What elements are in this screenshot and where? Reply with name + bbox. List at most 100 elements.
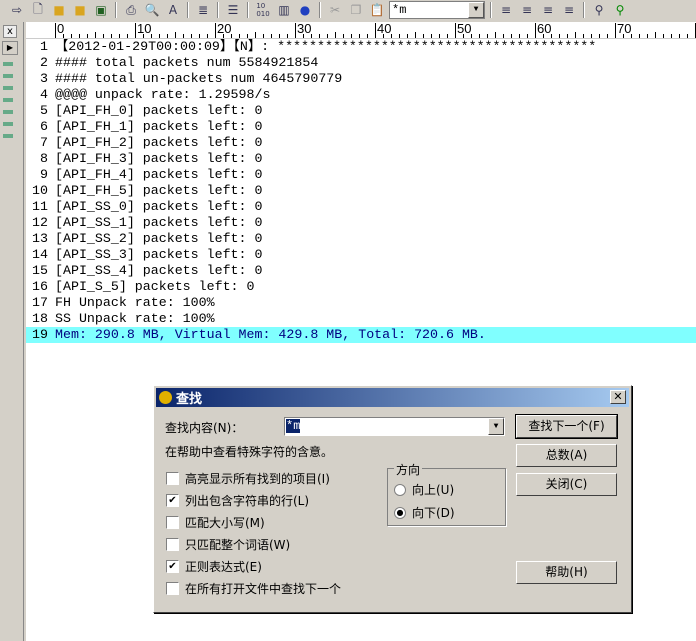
- column-icon[interactable]: ▥: [275, 2, 293, 18]
- ruler-tick: [375, 23, 376, 38]
- search-combo-value: *m: [392, 3, 407, 17]
- count-button[interactable]: 总数(A): [516, 444, 617, 467]
- chevron-down-icon[interactable]: ▼: [488, 418, 504, 435]
- option-checkbox[interactable]: 在所有打开文件中查找下一个: [166, 580, 341, 597]
- font-icon[interactable]: A: [164, 2, 182, 18]
- option-checkbox[interactable]: ✔ 列出包含字符串的行(L): [166, 492, 309, 509]
- editor-line[interactable]: 3 #### total un-packets num 4645790779: [26, 71, 696, 87]
- editor-line[interactable]: 7 [API_FH_2] packets left: 0: [26, 135, 696, 151]
- editor-line[interactable]: 8 [API_FH_3] packets left: 0: [26, 151, 696, 167]
- document-icon[interactable]: ≣: [194, 2, 212, 18]
- checkbox[interactable]: [166, 582, 179, 595]
- find-next-button[interactable]: 查找下一个(F): [515, 414, 618, 439]
- ruler-tick: [663, 34, 664, 38]
- arrow-icon[interactable]: ⇨: [8, 2, 26, 18]
- line-text: [API_FH_5] packets left: 0: [55, 183, 263, 198]
- editor-line[interactable]: 5 [API_FH_0] packets left: 0: [26, 103, 696, 119]
- panel-tabs[interactable]: [3, 62, 13, 142]
- find-input[interactable]: *m ▼: [284, 417, 505, 436]
- line-number: 10: [32, 183, 48, 198]
- checkbox[interactable]: ✔: [166, 560, 179, 573]
- checkbox[interactable]: [166, 516, 179, 529]
- line-number: 6: [40, 119, 48, 134]
- checkbox[interactable]: [166, 472, 179, 485]
- radio-up-circle[interactable]: [394, 483, 406, 496]
- editor-line[interactable]: 1 【2012-01-29T00:00:09】【N】: *************…: [26, 39, 696, 55]
- editor-line[interactable]: 9 [API_FH_4] packets left: 0: [26, 167, 696, 183]
- option-checkbox[interactable]: 匹配大小写(M): [166, 514, 265, 531]
- line-text: FH Unpack rate: 100%: [55, 295, 215, 310]
- paste-icon[interactable]: 📋: [368, 2, 386, 18]
- separator: [217, 2, 219, 18]
- editor-line[interactable]: 4 @@@@ unpack rate: 1.29598/s: [26, 87, 696, 103]
- ruler-tick: [583, 34, 584, 38]
- find-icon[interactable]: ⚲: [590, 2, 608, 18]
- ruler-tick: [87, 34, 88, 38]
- line-text: [API_FH_3] packets left: 0: [55, 151, 263, 166]
- print-preview-icon[interactable]: 🔍: [143, 2, 161, 18]
- radio-down[interactable]: ● 向下(D): [394, 504, 455, 521]
- ruler-tick: [191, 34, 192, 38]
- line-number: 15: [32, 263, 48, 278]
- separator: [247, 2, 249, 18]
- editor-line[interactable]: 11 [API_SS_0] packets left: 0: [26, 199, 696, 215]
- cut-icon[interactable]: ✂: [326, 2, 344, 18]
- editor-line[interactable]: 13 [API_SS_2] packets left: 0: [26, 231, 696, 247]
- ruler-tick: [679, 34, 680, 38]
- hex-icon[interactable]: 10 010: [254, 2, 272, 18]
- radio-up[interactable]: 向上(U): [394, 481, 454, 498]
- editor-line[interactable]: 12 [API_SS_1] packets left: 0: [26, 215, 696, 231]
- align-center-icon[interactable]: ≡: [518, 2, 536, 18]
- option-checkbox[interactable]: 只匹配整个词语(W): [166, 536, 290, 553]
- ruler-tick: [167, 34, 168, 38]
- copy-icon[interactable]: ❐: [347, 2, 365, 18]
- side-panel: x ▶: [0, 22, 24, 641]
- editor-line[interactable]: 6 [API_FH_1] packets left: 0: [26, 119, 696, 135]
- ruler-tick: [271, 34, 272, 38]
- option-label: 列出包含字符串的行(L): [185, 494, 310, 508]
- editor-line[interactable]: 10 [API_FH_5] packets left: 0: [26, 183, 696, 199]
- justify-icon[interactable]: ≡: [560, 2, 578, 18]
- separator: [583, 2, 585, 18]
- ruler-tick: [535, 23, 536, 38]
- option-checkbox[interactable]: ✔ 正则表达式(E): [166, 558, 262, 575]
- editor-line[interactable]: 16 [API_S_5] packets left: 0: [26, 279, 696, 295]
- ruler-tick: [487, 34, 488, 38]
- editor-line[interactable]: 19 Mem: 290.8 MB, Virtual Mem: 429.8 MB, …: [26, 327, 696, 343]
- close-button[interactable]: 关闭(C): [516, 473, 617, 496]
- editor-line[interactable]: 18 SS Unpack rate: 100%: [26, 311, 696, 327]
- editor-line[interactable]: 15 [API_SS_4] packets left: 0: [26, 263, 696, 279]
- ruler-tick: [367, 34, 368, 38]
- print-icon[interactable]: ⎙: [122, 2, 140, 18]
- checkbox[interactable]: ✔: [166, 494, 179, 507]
- editor-line[interactable]: 14 [API_SS_3] packets left: 0: [26, 247, 696, 263]
- ruler-tick: [519, 34, 520, 38]
- ruler-tick: [255, 32, 256, 38]
- align-left-icon[interactable]: ≡: [497, 2, 515, 18]
- dialog-titlebar[interactable]: 查找: [156, 388, 629, 407]
- new-file-icon[interactable]: 🗋: [29, 2, 47, 18]
- chevron-down-icon[interactable]: ▼: [468, 2, 484, 18]
- align-right-icon[interactable]: ≡: [539, 2, 557, 18]
- editor-line[interactable]: 2 #### total packets num 5584921854: [26, 55, 696, 71]
- editor-line[interactable]: 17 FH Unpack rate: 100%: [26, 295, 696, 311]
- checkbox[interactable]: [166, 538, 179, 551]
- option-checkbox[interactable]: 高亮显示所有找到的项目(I): [166, 470, 330, 487]
- save-icon[interactable]: ▣: [92, 2, 110, 18]
- search-combo[interactable]: *m ▼: [389, 1, 485, 19]
- close-panel-icon[interactable]: x: [3, 25, 17, 38]
- wrap-icon[interactable]: ☰: [224, 2, 242, 18]
- close-icon[interactable]: ✕: [610, 390, 626, 404]
- option-label: 在所有打开文件中查找下一个: [185, 582, 342, 596]
- line-number: 1: [40, 39, 48, 54]
- expand-panel-icon[interactable]: ▶: [2, 41, 18, 55]
- replace-icon[interactable]: ⚲: [611, 2, 629, 18]
- browser-icon[interactable]: ●: [296, 2, 314, 18]
- radio-down-circle[interactable]: ●: [394, 506, 406, 519]
- ruler-label: 10: [137, 21, 152, 36]
- line-text: [API_FH_2] packets left: 0: [55, 135, 263, 150]
- help-button[interactable]: 帮助(H): [516, 561, 617, 584]
- open-folder-icon[interactable]: ■: [71, 2, 89, 18]
- ruler-tick: [199, 34, 200, 38]
- open-icon[interactable]: ■: [50, 2, 68, 18]
